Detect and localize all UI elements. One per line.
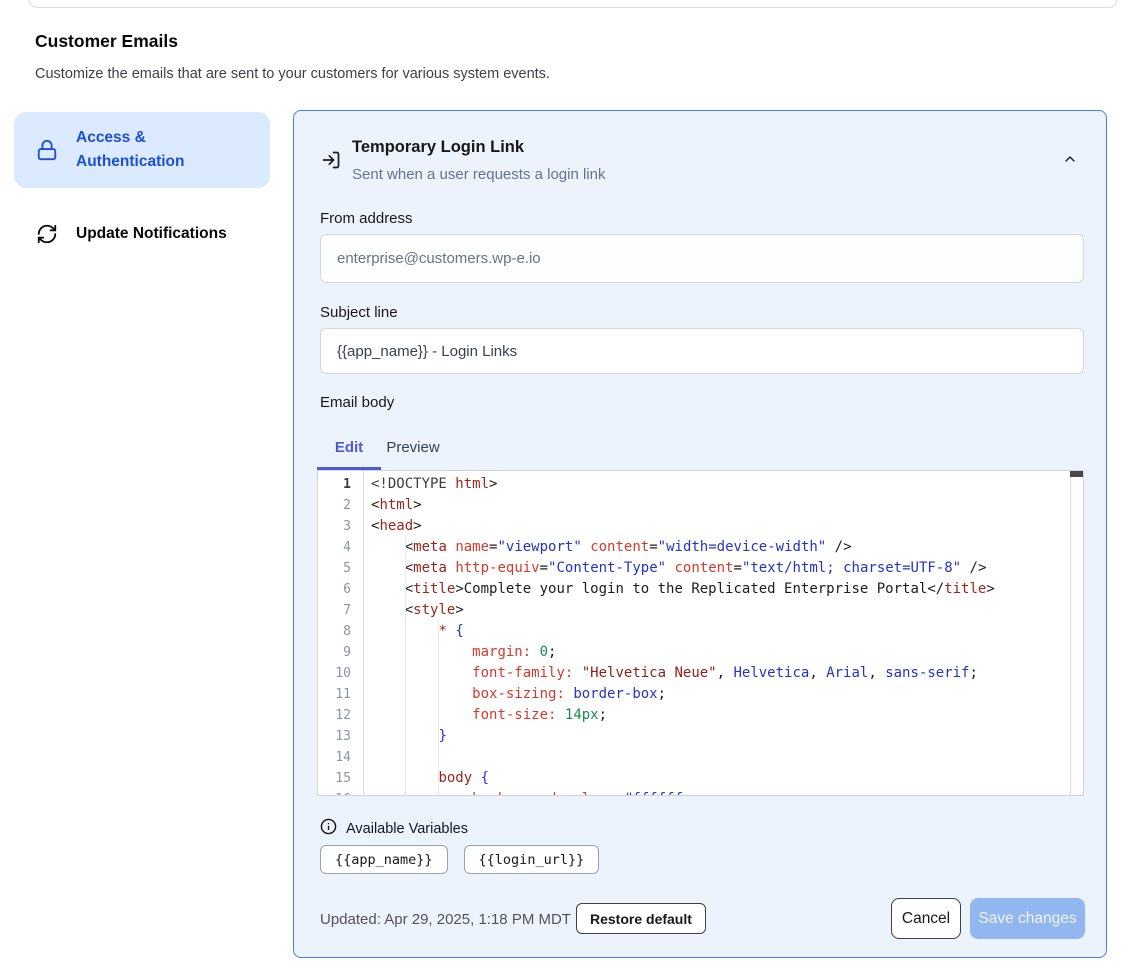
indent-guide — [405, 705, 406, 726]
from-address-input[interactable] — [320, 234, 1084, 283]
restore-default-button[interactable]: Restore default — [576, 903, 706, 934]
code-editor[interactable]: 12345678910111213141516 <!DOCTYPE html><… — [317, 470, 1084, 796]
panel-title: Temporary Login Link — [352, 138, 524, 157]
code-line — [365, 747, 1070, 768]
variable-chips: {{app_name}} {{login_url}} — [320, 845, 599, 874]
line-number: 8 — [318, 621, 363, 642]
line-number: 2 — [318, 495, 363, 516]
line-number: 4 — [318, 537, 363, 558]
updated-timestamp: Updated: Apr 29, 2025, 1:18 PM MDT — [320, 911, 571, 928]
panel-subtitle: Sent when a user requests a login link — [352, 166, 605, 183]
indent-guide — [405, 642, 406, 663]
code-line: <head> — [365, 516, 1070, 537]
indent-guide — [405, 621, 406, 642]
code-line: <meta http-equiv="Content-Type" content=… — [365, 558, 1070, 579]
from-address-label: From address — [320, 210, 413, 227]
temporary-login-link-panel: Temporary Login Link Sent when a user re… — [293, 110, 1107, 958]
line-number: 6 — [318, 579, 363, 600]
variable-chip-app-name[interactable]: {{app_name}} — [320, 845, 448, 874]
sidebar-item-update-notifications[interactable]: Update Notifications — [14, 208, 270, 260]
code-line: body { — [365, 768, 1070, 789]
collapse-panel-button[interactable] — [1060, 149, 1080, 172]
code-line: <html> — [365, 495, 1070, 516]
refresh-icon — [36, 223, 58, 245]
cancel-button[interactable]: Cancel — [891, 898, 961, 939]
line-number: 1 — [318, 474, 363, 495]
indent-guide — [405, 789, 406, 796]
indent-guide — [405, 726, 406, 747]
code-line: * { — [365, 621, 1070, 642]
line-number: 14 — [318, 747, 363, 768]
indent-guide — [405, 768, 406, 789]
indent-guide — [405, 600, 406, 621]
line-number: 5 — [318, 558, 363, 579]
code-line: background-color: #ffffff; — [365, 789, 1070, 796]
code-line: } — [365, 726, 1070, 747]
variable-chip-login-url[interactable]: {{login_url}} — [464, 845, 600, 874]
line-number: 12 — [318, 705, 363, 726]
chevron-up-icon — [1062, 155, 1078, 170]
page-title: Customer Emails — [35, 31, 178, 52]
editor-gutter: 12345678910111213141516 — [318, 471, 364, 795]
line-number: 13 — [318, 726, 363, 747]
indent-guide — [438, 789, 439, 796]
tab-edit[interactable]: Edit — [317, 431, 381, 470]
lock-icon — [36, 139, 58, 161]
indent-guide — [405, 558, 406, 579]
code-line: <style> — [365, 600, 1070, 621]
login-icon — [321, 150, 341, 175]
code-line: font-size: 14px; — [365, 705, 1070, 726]
line-number: 9 — [318, 642, 363, 663]
code-line: box-sizing: border-box; — [365, 684, 1070, 705]
indent-guide — [438, 768, 439, 789]
available-variables-label: Available Variables — [346, 821, 468, 837]
code-line: <!DOCTYPE html> — [365, 474, 1070, 495]
indent-guide — [438, 642, 439, 663]
indent-guide — [405, 747, 406, 768]
indent-guide — [438, 726, 439, 747]
indent-guide — [405, 663, 406, 684]
code-lines: <!DOCTYPE html><html><head> <meta name="… — [365, 474, 1070, 796]
page-subtitle: Customize the emails that are sent to yo… — [35, 66, 550, 82]
email-body-label: Email body — [320, 394, 394, 411]
code-line: font-family: "Helvetica Neue", Helvetica… — [365, 663, 1070, 684]
indent-guide — [405, 537, 406, 558]
available-variables-header: Available Variables — [320, 818, 468, 840]
indent-guide — [405, 684, 406, 705]
sidebar-item-label: Access & Authentication — [76, 126, 250, 174]
indent-guide — [438, 747, 439, 768]
line-number: 16 — [318, 789, 363, 796]
line-number: 7 — [318, 600, 363, 621]
email-body-tabs: Edit Preview — [317, 431, 445, 470]
previous-card-edge — [28, 0, 1118, 8]
subject-line-input[interactable] — [320, 328, 1084, 374]
indent-guide — [438, 705, 439, 726]
sidebar-item-label: Update Notifications — [76, 222, 227, 246]
editor-scrollbar-thumb[interactable] — [1070, 471, 1083, 477]
indent-guide — [438, 621, 439, 642]
indent-guide — [438, 663, 439, 684]
info-icon — [320, 818, 337, 840]
indent-guide — [405, 579, 406, 600]
editor-scrollbar[interactable] — [1070, 471, 1083, 795]
save-changes-button[interactable]: Save changes — [970, 898, 1085, 939]
indent-guide — [438, 684, 439, 705]
line-number: 11 — [318, 684, 363, 705]
active-tab-underline — [317, 467, 381, 470]
code-line: <meta name="viewport" content="width=dev… — [365, 537, 1070, 558]
subject-line-label: Subject line — [320, 304, 398, 321]
line-number: 10 — [318, 663, 363, 684]
code-line: <title>Complete your login to the Replic… — [365, 579, 1070, 600]
code-line: margin: 0; — [365, 642, 1070, 663]
line-number: 3 — [318, 516, 363, 537]
tab-preview[interactable]: Preview — [381, 431, 445, 470]
line-number: 15 — [318, 768, 363, 789]
sidebar: Access & Authentication Update Notificat… — [14, 112, 270, 260]
sidebar-item-access-authentication[interactable]: Access & Authentication — [14, 112, 270, 188]
